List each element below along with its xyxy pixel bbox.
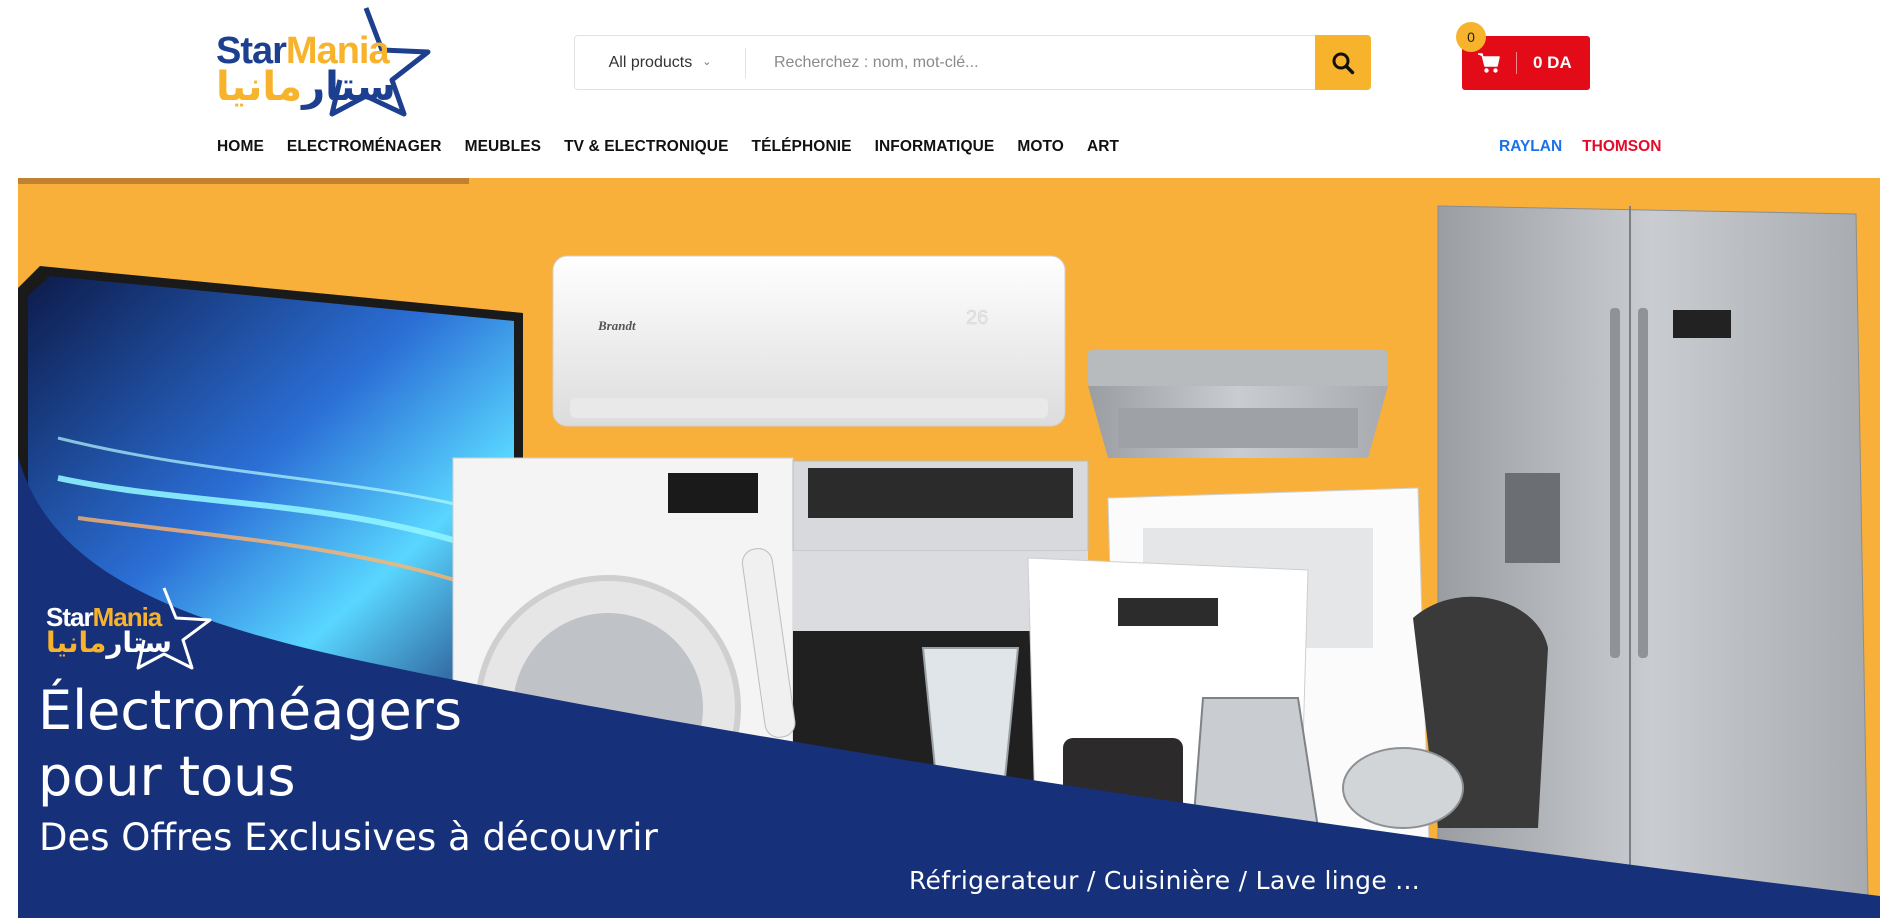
banner-subline: Des Offres Exclusives à découvrir — [39, 816, 658, 859]
category-select-value: All products — [608, 53, 693, 71]
ac-brand-label: Brandt — [597, 318, 636, 333]
banner-headline: Électroméagers pour tous — [38, 678, 462, 810]
site-logo[interactable]: StarMania ستارمانيا — [216, 2, 436, 118]
banner-logo-arabic: ستارمانيا — [46, 626, 172, 659]
air-conditioner-image: Brandt 26 — [552, 255, 1066, 427]
logo-arabic-text: ستارمانيا — [216, 64, 396, 110]
slider-progress-bar — [18, 178, 469, 184]
nav-item-telephonie[interactable]: TÉLÉPHONIE — [752, 138, 852, 156]
banner-logo: StarMania ستارمانيا — [46, 584, 216, 674]
nav-item-meubles[interactable]: MEUBLES — [465, 138, 541, 156]
nav-item-informatique[interactable]: INFORMATIQUE — [875, 138, 995, 156]
banner-logo-arabic-part1: ستار — [106, 626, 172, 659]
logo-arabic-part1: ستار — [302, 64, 396, 110]
ac-display-label: 26 — [966, 307, 988, 329]
banner-caption: Réfrigerateur / Cuisinière / Lave linge … — [909, 866, 1420, 895]
hero-banner[interactable]: Brandt 26 StarMania ستارمانيا Électroméa… — [18, 178, 1880, 918]
brand-link-thomson[interactable]: THOMSON — [1582, 138, 1661, 156]
search-bar: All products ⌄ — [574, 35, 1371, 90]
banner-headline-line1: Électroméagers — [38, 679, 463, 742]
nav-item-moto[interactable]: MOTO — [1017, 138, 1064, 156]
search-icon — [1332, 52, 1355, 74]
search-button[interactable] — [1315, 35, 1371, 90]
logo-arabic-part2: مانيا — [216, 64, 303, 110]
category-select[interactable]: All products ⌄ — [575, 36, 745, 89]
main-nav: HOME ELECTROMÉNAGER MEUBLES TV & ELECTRO… — [217, 138, 1142, 156]
nav-item-electromenager[interactable]: ELECTROMÉNAGER — [287, 138, 442, 156]
chevron-down-icon: ⌄ — [702, 56, 712, 68]
banner-headline-line2: pour tous — [38, 745, 296, 808]
brand-links: RAYLAN THOMSON — [1499, 138, 1661, 156]
nav-item-art[interactable]: ART — [1087, 138, 1119, 156]
banner-logo-arabic-part2: مانيا — [46, 626, 107, 659]
cart-icon — [1476, 50, 1502, 76]
range-hood-image — [1088, 350, 1388, 458]
brand-link-raylan[interactable]: RAYLAN — [1499, 138, 1562, 156]
cart-count-badge: 0 — [1456, 22, 1486, 52]
cart-divider — [1516, 52, 1517, 74]
search-input[interactable] — [746, 35, 1315, 90]
nav-item-tv-electronique[interactable]: TV & ELECTRONIQUE — [564, 138, 728, 156]
cart-total: 0 DA — [1533, 53, 1572, 72]
nav-item-home[interactable]: HOME — [217, 138, 264, 156]
